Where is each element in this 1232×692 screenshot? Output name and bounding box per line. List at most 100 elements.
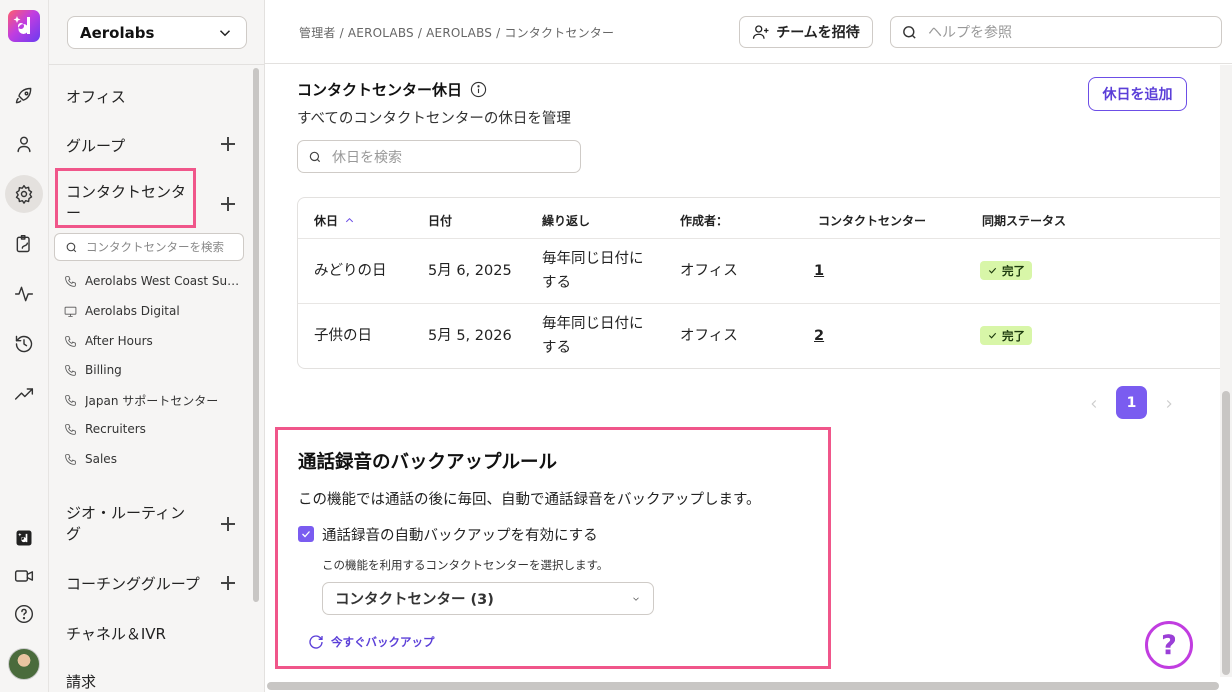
divider <box>298 238 1232 239</box>
pagination-prev-button[interactable] <box>1087 396 1103 412</box>
contact-center-item[interactable]: Aerolabs West Coast Supp... <box>64 274 246 288</box>
contact-center-item[interactable]: Sales <box>64 452 246 466</box>
pagination-page-current[interactable]: 1 <box>1116 386 1147 419</box>
clipboard-route-icon[interactable] <box>8 228 40 260</box>
add-coaching-group-icon[interactable] <box>221 576 235 590</box>
check-icon <box>988 267 997 274</box>
contact-center-item[interactable]: After Hours <box>64 334 246 348</box>
contact-center-select-value: コンタクトセンター (3) <box>335 592 494 608</box>
contact-center-count-link[interactable]: 1 <box>814 259 824 283</box>
contact-center-label: Japan サポートセンター <box>85 394 219 408</box>
chevron-down-icon <box>219 29 231 36</box>
chevron-right-icon <box>1166 400 1172 408</box>
trending-up-icon[interactable] <box>8 378 40 410</box>
status-badge: 完了 <box>980 326 1032 345</box>
column-header-sync-status[interactable]: 同期ステータス <box>982 212 1066 229</box>
help-fab-button[interactable]: ? <box>1145 621 1193 669</box>
history-icon[interactable] <box>8 328 40 360</box>
nav-item-geo-routing[interactable]: ジオ・ルーティング <box>66 503 191 545</box>
nav-item-groups[interactable]: グループ <box>66 135 125 156</box>
dialpad-app-icon[interactable] <box>8 522 40 554</box>
info-icon[interactable] <box>470 81 487 98</box>
contact-center-label: Recruiters <box>85 422 146 436</box>
org-switcher[interactable]: Aerolabs <box>67 16 247 49</box>
add-geo-routing-icon[interactable] <box>221 517 235 531</box>
phone-icon <box>65 335 76 347</box>
rocket-icon[interactable] <box>8 80 40 112</box>
user-plus-icon <box>753 25 769 39</box>
invite-team-button[interactable]: チームを招待 <box>739 16 873 48</box>
contact-center-item[interactable]: Recruiters <box>64 422 246 436</box>
nav-item-contact-centers[interactable]: コンタクトセンター <box>66 182 191 224</box>
gear-icon[interactable] <box>5 175 43 213</box>
holidays-table: 休日 日付 繰り返し 作成者： コンタクトセンター 同期ステータス みどりの日 … <box>297 197 1232 369</box>
check-icon <box>988 332 997 339</box>
contact-center-label: Aerolabs Digital <box>85 304 180 318</box>
holiday-date: 5月 6, 2025 <box>428 263 512 279</box>
avatar[interactable] <box>8 648 40 680</box>
settings-sidebar: Aerolabs オフィス グループ コンタクトセンター コンタクトセンターを検… <box>49 0 265 692</box>
holiday-creator: オフィス <box>680 328 738 344</box>
user-icon[interactable] <box>8 128 40 160</box>
contact-center-item[interactable]: Aerolabs Digital <box>64 304 246 318</box>
sort-ascending-icon <box>345 217 354 223</box>
phone-icon <box>65 395 76 406</box>
video-icon[interactable] <box>8 560 40 592</box>
contact-center-item[interactable]: Japan サポートセンター <box>64 392 246 409</box>
main-scrollbar[interactable] <box>1222 391 1230 675</box>
contact-center-label: After Hours <box>85 334 153 348</box>
help-circle-icon[interactable] <box>8 598 40 630</box>
help-search-input[interactable]: ヘルプを参照 <box>890 16 1222 48</box>
column-header-label: 休日 <box>314 214 339 228</box>
holiday-repeat: 毎年同じ日付に <box>542 251 644 267</box>
holidays-title: コンタクトセンター休日 <box>297 81 463 99</box>
column-header-date[interactable]: 日付 <box>428 212 452 229</box>
backup-rule-card: 通話録音のバックアップルール この機能では通話の後に毎回、自動で通話録音をバック… <box>275 427 831 669</box>
nav-item-billing[interactable]: 請求 <box>66 671 96 692</box>
horizontal-scrollbar[interactable] <box>267 682 1219 690</box>
auto-backup-checkbox[interactable] <box>298 526 314 542</box>
status-label: 完了 <box>1002 328 1025 343</box>
phone-icon <box>65 364 76 376</box>
phone-icon <box>65 423 76 435</box>
auto-backup-label[interactable]: 通話録音の自動バックアップを有効にする <box>322 524 598 545</box>
contact-center-select-label: この機能を利用するコンタクトセンターを選択します。 <box>322 558 609 572</box>
add-contact-center-icon[interactable] <box>221 197 235 211</box>
app: Aerolabs オフィス グループ コンタクトセンター コンタクトセンターを検… <box>0 0 1232 692</box>
backup-description: この機能では通話の後に毎回、自動で通話録音をバックアップします。 <box>298 492 761 508</box>
contact-center-item[interactable]: Billing <box>64 363 246 377</box>
top-bar: 管理者 / AEROLABS / AEROLABS / コンタクトセンター チー… <box>265 0 1232 64</box>
column-header-contact-center[interactable]: コンタクトセンター <box>818 212 926 229</box>
holiday-date: 5月 5, 2026 <box>428 328 512 344</box>
nav-item-coaching-groups[interactable]: コーチンググループ <box>66 573 200 594</box>
help-search-placeholder: ヘルプを参照 <box>928 25 1012 41</box>
column-header-repeat[interactable]: 繰り返し <box>542 212 590 229</box>
nav-item-channels-ivr[interactable]: チャネル＆IVR <box>66 623 166 644</box>
icon-rail <box>0 0 49 692</box>
column-header-holiday[interactable]: 休日 <box>314 212 355 229</box>
nav-item-office[interactable]: オフィス <box>66 86 126 107</box>
contact-center-search-input[interactable]: コンタクトセンターを検索 <box>54 233 244 261</box>
backup-title: 通話録音のバックアップルール <box>298 452 558 473</box>
holiday-search-input[interactable]: 休日を検索 <box>297 140 581 173</box>
backup-now-label: 今すぐバックアップ <box>331 635 435 649</box>
column-header-creator[interactable]: 作成者： <box>680 212 728 229</box>
add-group-icon[interactable] <box>221 137 235 151</box>
holiday-repeat: 毎年同じ日付に <box>542 316 644 332</box>
monitor-icon <box>64 306 77 317</box>
holiday-name: 子供の日 <box>314 328 372 344</box>
pagination-next-button[interactable] <box>1162 396 1178 412</box>
activity-icon[interactable] <box>8 278 40 310</box>
sidebar-scrollbar[interactable] <box>253 68 259 602</box>
status-label: 完了 <box>1002 263 1025 278</box>
chevron-down-icon <box>633 596 639 601</box>
main-content: コンタクトセンター休日 すべてのコンタクトセンターの休日を管理 休日を追加 休日… <box>265 65 1232 692</box>
breadcrumb: 管理者 / AEROLABS / AEROLABS / コンタクトセンター <box>299 26 615 40</box>
backup-now-button[interactable]: 今すぐバックアップ <box>308 634 435 650</box>
question-mark-icon: ? <box>1161 629 1177 661</box>
search-icon <box>903 25 916 39</box>
contact-center-count-link[interactable]: 2 <box>814 324 824 348</box>
add-holiday-button[interactable]: 休日を追加 <box>1088 77 1187 111</box>
dialpad-logo-icon[interactable] <box>8 10 40 42</box>
contact-center-select[interactable]: コンタクトセンター (3) <box>322 582 654 615</box>
